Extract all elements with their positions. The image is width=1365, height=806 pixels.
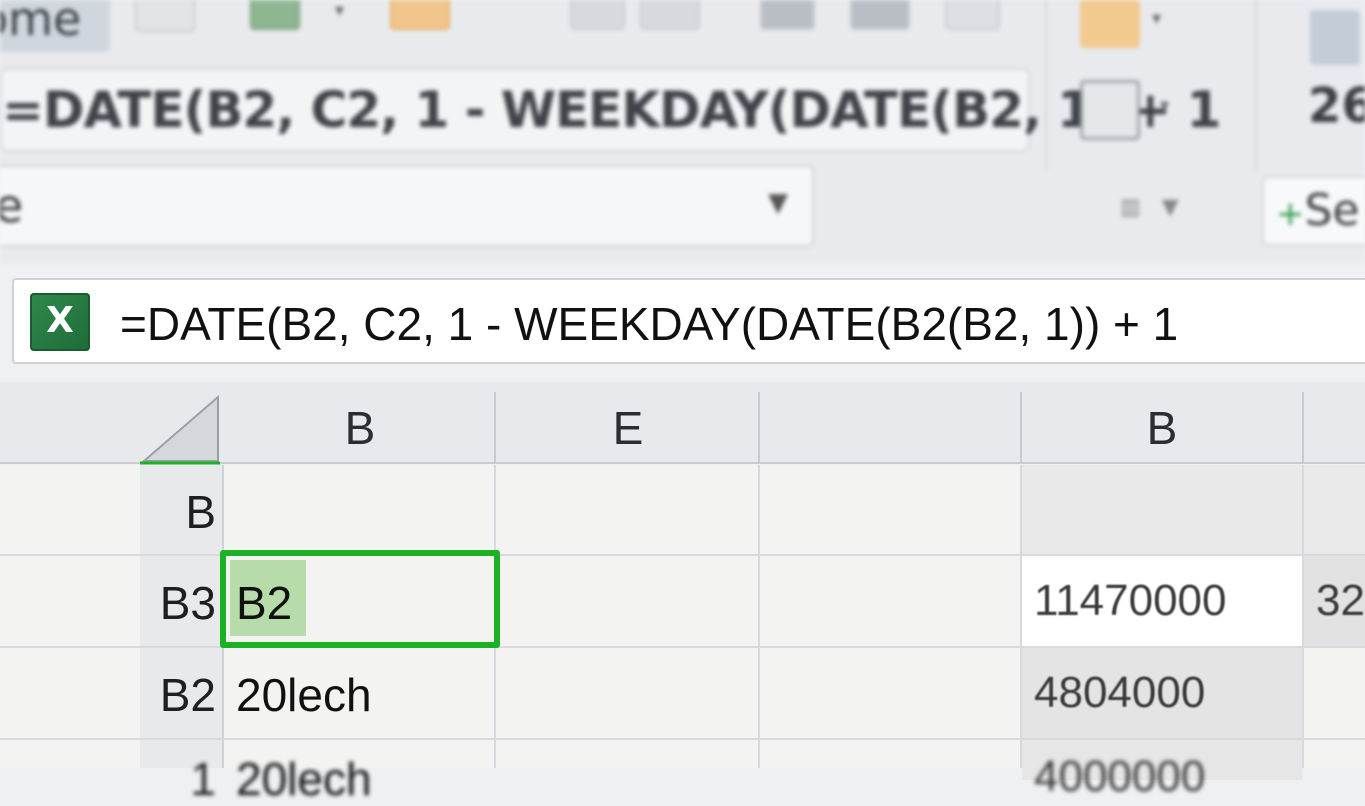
cell-value[interactable]: 20lech [236, 668, 372, 722]
tab-home[interactable]: ome [0, 0, 110, 52]
row-header[interactable]: B [140, 485, 216, 539]
plus-icon: + [1276, 194, 1305, 234]
table-icon[interactable] [850, 0, 910, 30]
scissors-icon[interactable] [945, 0, 1000, 30]
chart-icon[interactable] [760, 0, 815, 30]
select-all-corner[interactable] [140, 393, 222, 465]
name-box-dropdown-icon[interactable]: ▼ [768, 188, 788, 218]
new-sheet-icon[interactable] [135, 0, 195, 32]
column-header[interactable]: B [224, 392, 496, 464]
gridline [0, 554, 1365, 556]
gridline [1020, 465, 1022, 768]
cell-value[interactable]: 4804000 [1034, 668, 1205, 718]
excel-template-icon[interactable] [250, 0, 300, 30]
ribbon: ome ▾ =DATE(B2, C2, 1 - WEEKDAY(DATE(B2,… [0, 0, 1365, 262]
format-painter-icon[interactable] [1080, 80, 1140, 140]
sheet-icon[interactable] [1310, 10, 1360, 65]
select-button-label: Se [1304, 185, 1360, 236]
paste-special-icon[interactable] [640, 0, 700, 30]
paste-dropdown-icon[interactable]: ▾ [1152, 8, 1161, 29]
format-dropdown-icon[interactable]: ▾ [1160, 95, 1169, 116]
clipboard-group [1045, 0, 1245, 170]
formula-input[interactable]: =DATE(B2, C2, 1 - WEEKDAY(DATE(B2(B2, 1)… [120, 296, 1178, 352]
cell-value[interactable]: 32 [1316, 576, 1365, 626]
column-header[interactable]: B [1022, 392, 1302, 464]
cell-value[interactable]: 20lech [236, 752, 372, 806]
column-divider[interactable] [1302, 392, 1304, 464]
cell[interactable] [1302, 465, 1365, 555]
chevron-down-icon[interactable]: ▾ [335, 0, 344, 21]
gridline [758, 465, 760, 768]
row-header[interactable]: 1 [140, 752, 216, 806]
row-header[interactable]: B2 [140, 668, 216, 722]
zoom-value: 26 [1308, 78, 1365, 134]
cell[interactable] [1022, 465, 1302, 555]
group-expand-icon[interactable]: ▥ ▼ [1120, 195, 1179, 220]
formula-preview: =DATE(B2, C2, 1 - WEEKDAY(DATE(B2, 1) + … [0, 68, 1221, 152]
column-header[interactable] [760, 392, 1022, 464]
gridline [1302, 465, 1304, 768]
excel-icon: X [30, 293, 90, 351]
name-box[interactable]: le [0, 165, 814, 247]
column-header[interactable]: E [496, 392, 760, 464]
gridline [0, 646, 1365, 648]
gridline [0, 738, 1365, 740]
paste-icon[interactable] [1080, 0, 1140, 48]
folder-icon[interactable] [390, 0, 450, 30]
active-cell-border[interactable] [220, 550, 500, 648]
select-button[interactable]: +Se [1262, 176, 1365, 246]
copy-icon[interactable] [570, 0, 625, 30]
cell-value[interactable]: 4000000 [1034, 752, 1205, 802]
cell-value[interactable]: 11470000 [1034, 576, 1227, 626]
row-header[interactable]: B3 [140, 576, 216, 630]
